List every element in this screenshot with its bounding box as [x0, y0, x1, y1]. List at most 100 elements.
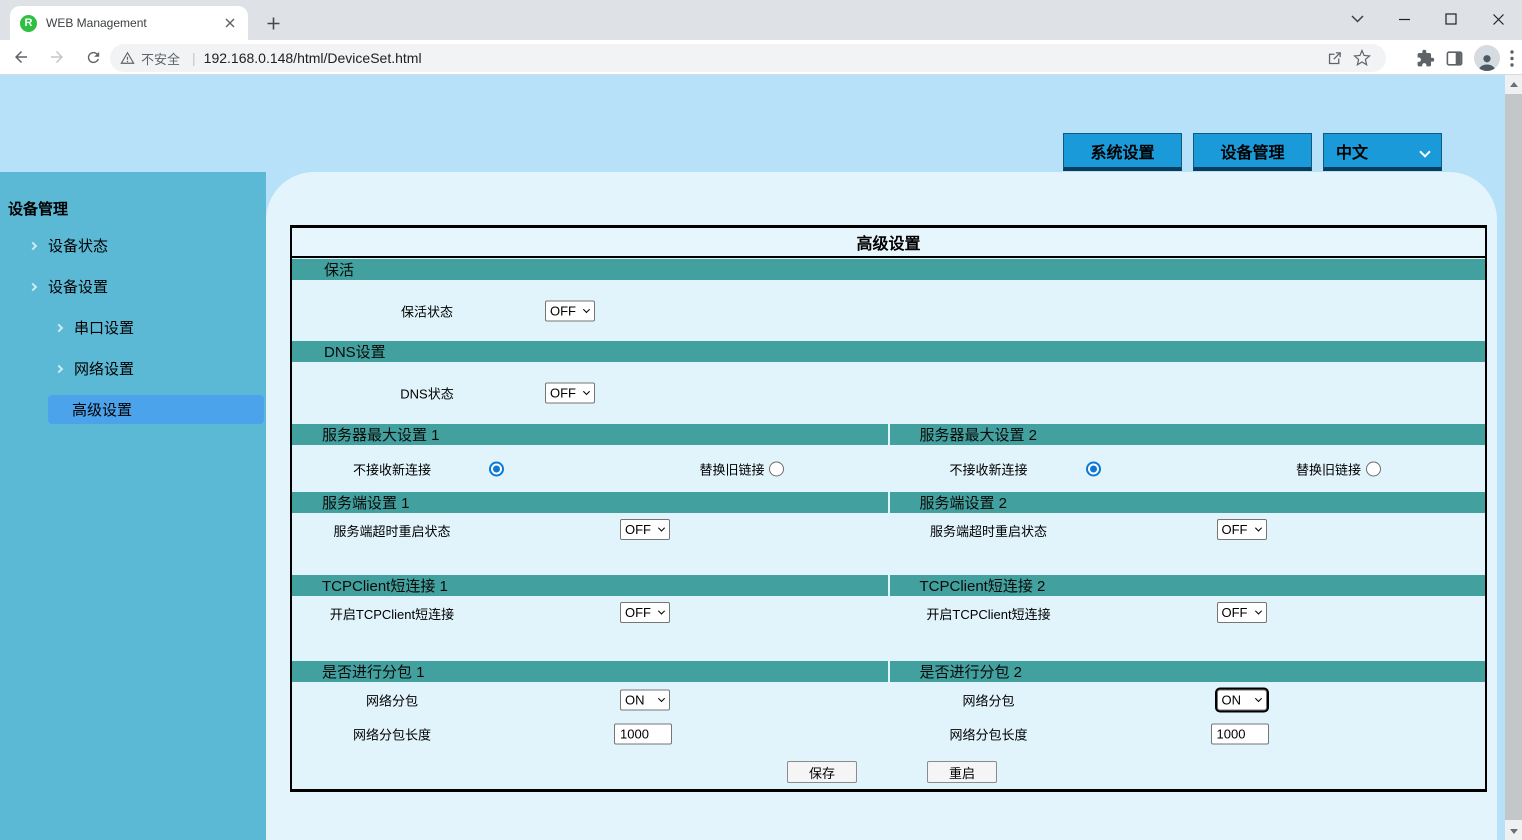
no-new-connection-radio-2[interactable]: [1086, 461, 1101, 476]
scroll-down-icon[interactable]: [1505, 823, 1522, 840]
replace-old-link-label: 替换旧链接: [1229, 459, 1429, 478]
chevron-down-icon: [1419, 146, 1430, 157]
advanced-settings-table: 高级设置 保活 保活状态 OFF DNS设置 DNS状态 OFF 服务器最大设置…: [290, 225, 1487, 792]
address-bar[interactable]: 不安全 | 192.168.0.148/html/DeviceSet.html: [110, 44, 1386, 72]
share-icon[interactable]: [1320, 44, 1348, 72]
not-secure-warning-icon[interactable]: [120, 51, 135, 65]
select-value: OFF: [1222, 522, 1248, 537]
profile-avatar[interactable]: [1474, 45, 1500, 71]
tab-close-icon[interactable]: [222, 15, 238, 31]
packet-mode-label: 网络分包: [292, 691, 492, 710]
sidebar-item-label: 串口设置: [74, 317, 134, 338]
system-settings-button[interactable]: 系统设置: [1063, 133, 1182, 171]
packet-length-input-1[interactable]: [614, 724, 672, 745]
server-timeout-label: 服务端超时重启状态: [889, 521, 1089, 540]
packet-length-label: 网络分包长度: [292, 725, 492, 744]
section-header-server-side-2: 服务端设置 2: [890, 492, 1486, 513]
spacer: [292, 751, 1485, 761]
section-header-packet-2: 是否进行分包 2: [890, 661, 1486, 682]
chevron-down-icon: [583, 388, 590, 395]
back-icon[interactable]: [6, 42, 36, 72]
server-timeout-label: 服务端超时重启状态: [292, 521, 492, 540]
sidebar-item-label: 设备状态: [48, 235, 108, 256]
section-header-keepalive: 保活: [292, 259, 1485, 280]
side-panel-icon[interactable]: [1445, 49, 1464, 68]
dns-status-select[interactable]: OFF: [545, 383, 595, 404]
packet-mode-select-1[interactable]: ON: [620, 690, 670, 711]
forward-icon[interactable]: [42, 42, 72, 72]
chevron-down-icon: [1254, 695, 1261, 702]
save-button[interactable]: 保存: [787, 761, 857, 783]
new-tab-button[interactable]: [260, 10, 286, 36]
browser-toolbar: 不安全 | 192.168.0.148/html/DeviceSet.html: [0, 40, 1522, 75]
replace-old-link-radio-2[interactable]: [1366, 461, 1381, 476]
section-header-server-max-2: 服务器最大设置 2: [890, 424, 1486, 445]
dns-row: DNS状态 OFF: [292, 363, 1485, 423]
omnibox-divider: |: [192, 50, 196, 66]
select-value: OFF: [550, 303, 576, 318]
sidebar-item-label: 设备设置: [48, 276, 108, 297]
packet-length-input-2[interactable]: [1211, 724, 1269, 745]
security-label[interactable]: 不安全: [141, 49, 180, 68]
window-maximize-button[interactable]: [1441, 9, 1461, 29]
tab-search-chevron-icon[interactable]: [1347, 9, 1367, 29]
reload-icon[interactable]: [78, 42, 108, 72]
packet-length-1-row: 网络分包长度: [292, 717, 889, 751]
window-close-button[interactable]: [1488, 9, 1508, 29]
sidebar-item-advanced-settings[interactable]: 高级设置: [48, 395, 264, 424]
device-management-button[interactable]: 设备管理: [1193, 133, 1312, 171]
packet-length-2-row: 网络分包长度: [889, 717, 1486, 751]
menu-dots-icon[interactable]: [1510, 50, 1514, 67]
no-new-connection-radio-1[interactable]: [489, 461, 504, 476]
tcpclient-1-row: 开启TCPClient短连接 OFF: [292, 597, 889, 660]
keepalive-row: 保活状态 OFF: [292, 281, 1485, 340]
packet-mode-2-row: 网络分包 ON: [889, 683, 1486, 717]
packet-mode-select-2[interactable]: ON: [1217, 690, 1267, 711]
arrow-bullet-icon: [55, 323, 63, 331]
section-header-tcpclient-2: TCPClient短连接 2: [890, 575, 1486, 596]
bookmark-star-icon[interactable]: [1348, 44, 1376, 72]
tcpclient-select-1[interactable]: OFF: [620, 602, 670, 623]
browser-tab[interactable]: R WEB Management: [10, 6, 248, 40]
web-page: 系统设置 设备管理 中文 设备管理 设备状态 设备设置 串口设置 网络设置 高级…: [0, 75, 1522, 840]
sidebar-item-serial-settings[interactable]: 串口设置: [0, 313, 266, 342]
section-header-tcpclient-1: TCPClient短连接 1: [292, 575, 888, 596]
sidebar-item-network-settings[interactable]: 网络设置: [0, 354, 266, 383]
restart-button[interactable]: 重启: [927, 761, 997, 783]
sidebar-item-device-settings[interactable]: 设备设置: [0, 272, 266, 301]
replace-old-link-radio-1[interactable]: [769, 461, 784, 476]
packet-length-label: 网络分包长度: [889, 725, 1089, 744]
sidebar: 设备管理 设备状态 设备设置 串口设置 网络设置 高级设置: [0, 172, 266, 840]
url-text[interactable]: 192.168.0.148/html/DeviceSet.html: [204, 50, 1320, 66]
select-value: ON: [625, 693, 645, 708]
server-timeout-select-2[interactable]: OFF: [1217, 519, 1267, 540]
server-max-1-row: 不接收新连接 替换旧链接: [292, 446, 889, 491]
page-title: 高级设置: [292, 228, 1485, 258]
tcpclient-short-label: 开启TCPClient短连接: [889, 604, 1089, 623]
section-header-server-max-1: 服务器最大设置 1: [292, 424, 888, 445]
chevron-down-icon: [1254, 525, 1261, 532]
sidebar-item-label: 高级设置: [72, 399, 132, 420]
window-minimize-button[interactable]: [1394, 9, 1414, 29]
select-value: OFF: [625, 605, 651, 620]
keepalive-status-select[interactable]: OFF: [545, 300, 595, 321]
sidebar-item-device-status[interactable]: 设备状态: [0, 231, 266, 260]
server-max-2-row: 不接收新连接 替换旧链接: [889, 446, 1486, 491]
no-new-connection-label: 不接收新连接: [292, 459, 492, 478]
vertical-scrollbar[interactable]: [1505, 75, 1522, 840]
select-value: OFF: [625, 522, 651, 537]
select-value: ON: [1222, 693, 1242, 708]
scroll-up-icon[interactable]: [1505, 76, 1522, 93]
scrollbar-thumb[interactable]: [1505, 94, 1522, 820]
section-header-packet-1: 是否进行分包 1: [292, 661, 888, 682]
server-timeout-select-1[interactable]: OFF: [620, 519, 670, 540]
extensions-puzzle-icon[interactable]: [1416, 49, 1435, 68]
tcpclient-select-2[interactable]: OFF: [1217, 602, 1267, 623]
keepalive-status-label: 保活状态: [352, 301, 502, 320]
language-select[interactable]: 中文: [1323, 133, 1442, 171]
tab-strip: R WEB Management: [0, 0, 1522, 40]
packet-mode-1-row: 网络分包 ON: [292, 683, 889, 717]
tab-title: WEB Management: [46, 16, 222, 30]
chevron-down-icon: [583, 306, 590, 313]
tcpclient-2-row: 开启TCPClient短连接 OFF: [889, 597, 1486, 660]
